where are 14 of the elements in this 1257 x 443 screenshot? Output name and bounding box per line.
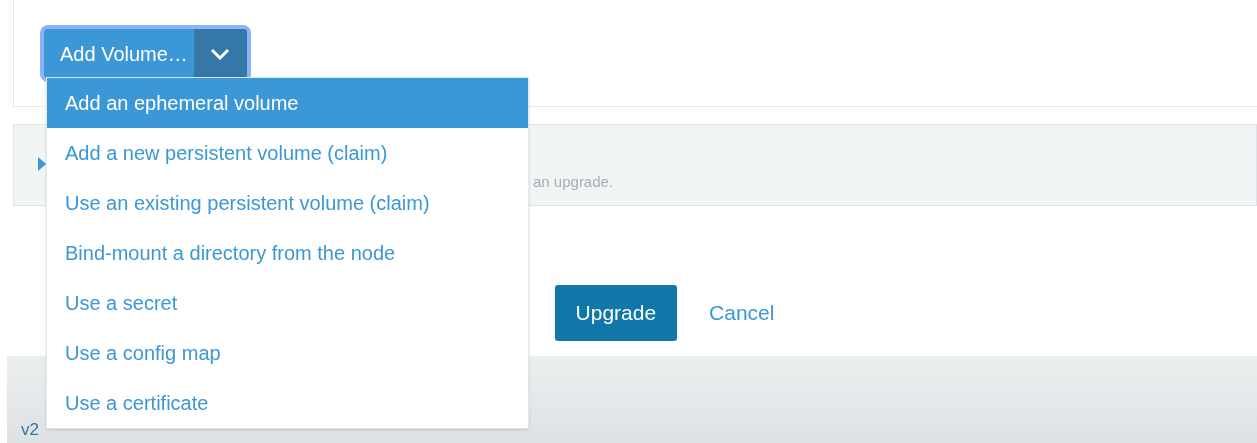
menu-item[interactable]: Use a config map [47,328,528,378]
menu-item[interactable]: Bind-mount a directory from the node [47,228,528,278]
menu-item[interactable]: Add an ephemeral volume [47,78,528,128]
add-volume-button[interactable]: Add Volume… [44,29,194,78]
cancel-link[interactable]: Cancel [709,285,775,341]
menu-item[interactable]: Use a secret [47,278,528,328]
description-text: an upgrade. [533,172,614,192]
menu-item[interactable]: Add a new persistent volume (claim) [47,128,528,178]
menu-item[interactable]: Use a certificate [47,378,528,428]
chevron-down-icon [210,47,231,60]
menu-item[interactable]: Use an existing persistent volume (claim) [47,178,528,228]
upgrade-button[interactable]: Upgrade [554,285,678,341]
dropdown-toggle[interactable] [193,29,247,78]
version-text: v2 [21,418,39,441]
